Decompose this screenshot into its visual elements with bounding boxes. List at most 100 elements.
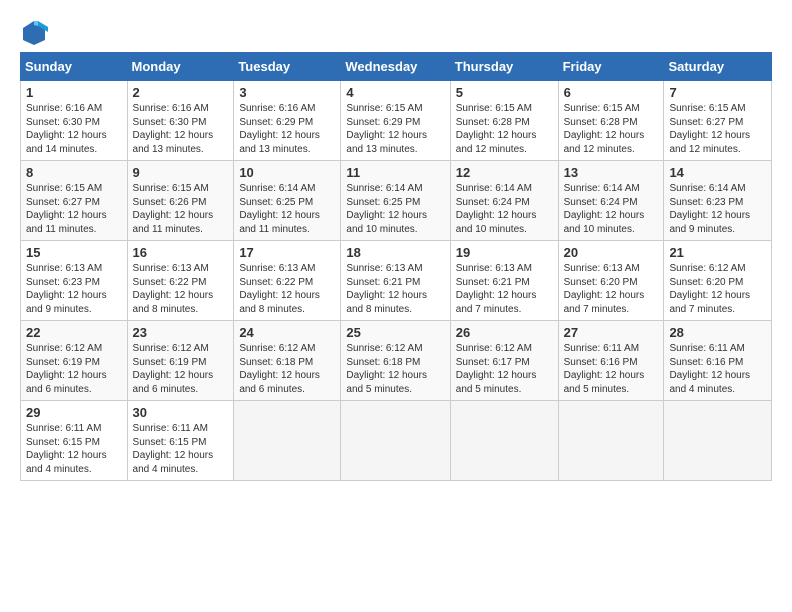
day-info: Sunrise: 6:15 AMSunset: 6:29 PMDaylight:… [346, 102, 444, 156]
calendar-cell [234, 401, 341, 481]
calendar-table: SundayMondayTuesdayWednesdayThursdayFrid… [20, 52, 772, 481]
day-info: Sunrise: 6:11 AMSunset: 6:15 PMDaylight:… [133, 422, 229, 476]
calendar-cell: 18Sunrise: 6:13 AMSunset: 6:21 PMDayligh… [341, 241, 450, 321]
day-number: 26 [456, 325, 553, 340]
day-number: 9 [133, 165, 229, 180]
day-number: 28 [669, 325, 766, 340]
logo [20, 18, 50, 46]
day-number: 3 [239, 85, 335, 100]
day-number: 24 [239, 325, 335, 340]
main-container: SundayMondayTuesdayWednesdayThursdayFrid… [0, 0, 792, 491]
day-number: 19 [456, 245, 553, 260]
day-info: Sunrise: 6:11 AMSunset: 6:16 PMDaylight:… [669, 342, 766, 396]
day-info: Sunrise: 6:12 AMSunset: 6:18 PMDaylight:… [239, 342, 335, 396]
calendar-cell: 7 Sunrise: 6:15 AMSunset: 6:27 PMDaylight… [664, 81, 772, 161]
day-info: Sunrise: 6:12 AMSunset: 6:19 PMDaylight:… [26, 342, 122, 396]
calendar-cell: 20 Sunrise: 6:13 AMSunset: 6:20 PMDayligh… [558, 241, 664, 321]
calendar-cell: 9 Sunrise: 6:15 AMSunset: 6:26 PMDaylight… [127, 161, 234, 241]
col-header-saturday: Saturday [664, 53, 772, 81]
day-info: Sunrise: 6:14 AMSunset: 6:24 PMDaylight:… [456, 182, 553, 236]
day-number: 16 [133, 245, 229, 260]
calendar-week-1: 1Sunrise: 6:16 AMSunset: 6:30 PMDaylight… [21, 81, 772, 161]
day-number: 29 [26, 405, 122, 420]
calendar-cell: 11 Sunrise: 6:14 AMSunset: 6:25 PMDayligh… [341, 161, 450, 241]
col-header-thursday: Thursday [450, 53, 558, 81]
day-info: Sunrise: 6:13 AMSunset: 6:23 PMDaylight:… [26, 262, 122, 316]
day-number: 20 [564, 245, 659, 260]
day-info: Sunrise: 6:11 AMSunset: 6:16 PMDaylight:… [564, 342, 659, 396]
calendar-cell: 21 Sunrise: 6:12 AMSunset: 6:20 PMDayligh… [664, 241, 772, 321]
day-info: Sunrise: 6:15 AMSunset: 6:28 PMDaylight:… [564, 102, 659, 156]
day-number: 6 [564, 85, 659, 100]
col-header-friday: Friday [558, 53, 664, 81]
calendar-cell: 13 Sunrise: 6:14 AMSunset: 6:24 PMDayligh… [558, 161, 664, 241]
day-info: Sunrise: 6:13 AMSunset: 6:20 PMDaylight:… [564, 262, 659, 316]
header-row [20, 18, 772, 46]
calendar-cell: 4Sunrise: 6:15 AMSunset: 6:29 PMDaylight… [341, 81, 450, 161]
calendar-cell: 14 Sunrise: 6:14 AMSunset: 6:23 PMDayligh… [664, 161, 772, 241]
calendar-cell: 2 Sunrise: 6:16 AMSunset: 6:30 PMDaylight… [127, 81, 234, 161]
day-number: 17 [239, 245, 335, 260]
calendar-week-5: 29 Sunrise: 6:11 AMSunset: 6:15 PMDayligh… [21, 401, 772, 481]
day-info: Sunrise: 6:15 AMSunset: 6:26 PMDaylight:… [133, 182, 229, 236]
calendar-cell: 10Sunrise: 6:14 AMSunset: 6:25 PMDayligh… [234, 161, 341, 241]
day-number: 5 [456, 85, 553, 100]
day-number: 2 [133, 85, 229, 100]
calendar-cell: 1Sunrise: 6:16 AMSunset: 6:30 PMDaylight… [21, 81, 128, 161]
day-info: Sunrise: 6:16 AMSunset: 6:30 PMDaylight:… [26, 102, 122, 156]
col-header-monday: Monday [127, 53, 234, 81]
calendar-cell [558, 401, 664, 481]
calendar-cell: 25 Sunrise: 6:12 AMSunset: 6:18 PMDayligh… [341, 321, 450, 401]
day-number: 12 [456, 165, 553, 180]
day-info: Sunrise: 6:11 AMSunset: 6:15 PMDaylight:… [26, 422, 122, 476]
logo-icon [20, 18, 48, 46]
day-number: 14 [669, 165, 766, 180]
day-info: Sunrise: 6:13 AMSunset: 6:22 PMDaylight:… [239, 262, 335, 316]
day-info: Sunrise: 6:15 AMSunset: 6:28 PMDaylight:… [456, 102, 553, 156]
calendar-cell: 22 Sunrise: 6:12 AMSunset: 6:19 PMDayligh… [21, 321, 128, 401]
calendar-cell [341, 401, 450, 481]
day-number: 27 [564, 325, 659, 340]
day-info: Sunrise: 6:15 AMSunset: 6:27 PMDaylight:… [26, 182, 122, 236]
day-number: 8 [26, 165, 122, 180]
col-header-wednesday: Wednesday [341, 53, 450, 81]
day-number: 10 [239, 165, 335, 180]
day-info: Sunrise: 6:14 AMSunset: 6:23 PMDaylight:… [669, 182, 766, 236]
day-info: Sunrise: 6:15 AMSunset: 6:27 PMDaylight:… [669, 102, 766, 156]
calendar-cell: 16 Sunrise: 6:13 AMSunset: 6:22 PMDayligh… [127, 241, 234, 321]
day-number: 22 [26, 325, 122, 340]
day-info: Sunrise: 6:16 AMSunset: 6:30 PMDaylight:… [133, 102, 229, 156]
calendar-header-row: SundayMondayTuesdayWednesdayThursdayFrid… [21, 53, 772, 81]
calendar-cell: 29 Sunrise: 6:11 AMSunset: 6:15 PMDayligh… [21, 401, 128, 481]
day-info: Sunrise: 6:16 AMSunset: 6:29 PMDaylight:… [239, 102, 335, 156]
calendar-week-2: 8 Sunrise: 6:15 AMSunset: 6:27 PMDaylight… [21, 161, 772, 241]
calendar-cell: 12 Sunrise: 6:14 AMSunset: 6:24 PMDayligh… [450, 161, 558, 241]
day-info: Sunrise: 6:12 AMSunset: 6:20 PMDaylight:… [669, 262, 766, 316]
col-header-tuesday: Tuesday [234, 53, 341, 81]
calendar-week-4: 22 Sunrise: 6:12 AMSunset: 6:19 PMDayligh… [21, 321, 772, 401]
day-number: 30 [133, 405, 229, 420]
day-number: 11 [346, 165, 444, 180]
day-info: Sunrise: 6:13 AMSunset: 6:21 PMDaylight:… [456, 262, 553, 316]
day-info: Sunrise: 6:12 AMSunset: 6:18 PMDaylight:… [346, 342, 444, 396]
calendar-cell: 28 Sunrise: 6:11 AMSunset: 6:16 PMDayligh… [664, 321, 772, 401]
day-number: 23 [133, 325, 229, 340]
calendar-cell: 24 Sunrise: 6:12 AMSunset: 6:18 PMDayligh… [234, 321, 341, 401]
day-info: Sunrise: 6:12 AMSunset: 6:17 PMDaylight:… [456, 342, 553, 396]
day-info: Sunrise: 6:14 AMSunset: 6:24 PMDaylight:… [564, 182, 659, 236]
calendar-cell: 23 Sunrise: 6:12 AMSunset: 6:19 PMDayligh… [127, 321, 234, 401]
day-number: 25 [346, 325, 444, 340]
day-number: 13 [564, 165, 659, 180]
calendar-cell: 27 Sunrise: 6:11 AMSunset: 6:16 PMDayligh… [558, 321, 664, 401]
day-info: Sunrise: 6:12 AMSunset: 6:19 PMDaylight:… [133, 342, 229, 396]
day-info: Sunrise: 6:13 AMSunset: 6:22 PMDaylight:… [133, 262, 229, 316]
day-info: Sunrise: 6:14 AMSunset: 6:25 PMDaylight:… [346, 182, 444, 236]
calendar-cell: 30 Sunrise: 6:11 AMSunset: 6:15 PMDayligh… [127, 401, 234, 481]
calendar-cell: 5 Sunrise: 6:15 AMSunset: 6:28 PMDaylight… [450, 81, 558, 161]
day-number: 21 [669, 245, 766, 260]
calendar-cell: 8 Sunrise: 6:15 AMSunset: 6:27 PMDaylight… [21, 161, 128, 241]
calendar-week-3: 15Sunrise: 6:13 AMSunset: 6:23 PMDayligh… [21, 241, 772, 321]
col-header-sunday: Sunday [21, 53, 128, 81]
calendar-cell [450, 401, 558, 481]
day-number: 7 [669, 85, 766, 100]
